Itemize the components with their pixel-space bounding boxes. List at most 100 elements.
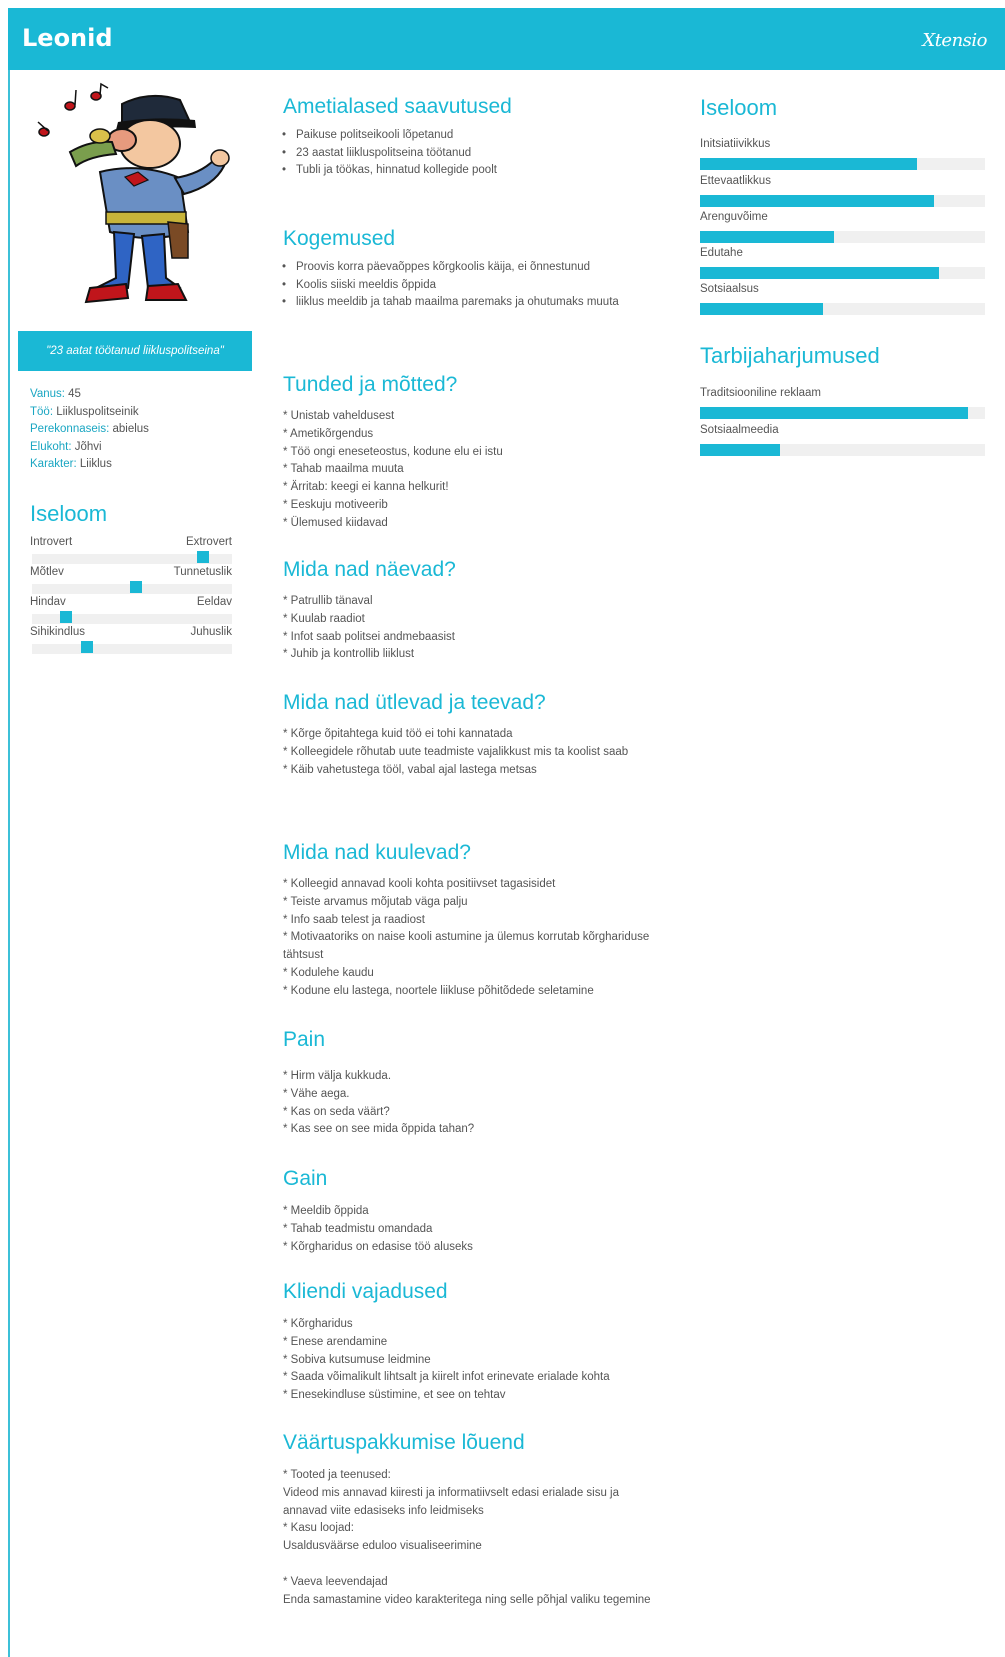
cartoon-policeman-whistling-icon	[37, 82, 230, 304]
trait-fill	[700, 158, 917, 170]
fact-job: Töö: Liikluspolitseinik	[30, 404, 149, 422]
section-title-gain: Gain	[283, 1167, 328, 1190]
text-line: Usaldusväärse eduloo visualiseerimine	[283, 1540, 482, 1553]
consumption-label: Traditsiooniline reklaam	[700, 387, 822, 399]
xtensio-logo[interactable]: Xtensio	[922, 30, 987, 51]
text-line: * Meeldib õppida	[283, 1205, 369, 1217]
text-line: * Kuulab raadiot	[283, 612, 365, 625]
list-item: Proovis korra päevaõppes kõrgkoolis käij…	[280, 259, 655, 277]
text-line: * Kõrgharidus on edasise töö aluseks	[283, 1240, 473, 1253]
trait-fill	[700, 267, 940, 279]
slider-left-label: Sihikindlus	[30, 626, 85, 638]
text-line: * Eeskuju motiveerib	[283, 498, 388, 511]
fact-value: Jõhvi	[71, 440, 102, 453]
fact-label: Vanus:	[30, 388, 65, 400]
slider-left-label: Mõtlev	[30, 566, 64, 578]
list-item: Tubli ja töökas, hinnatud kollegide pool…	[280, 162, 655, 180]
experience-list: Proovis korra päevaõppes kõrgkoolis käij…	[280, 259, 655, 312]
text-line: * Kodune elu lastega, noortele liikluse …	[283, 984, 594, 997]
text-line: * Vähe aega.	[283, 1087, 350, 1100]
list-item: Koolis siiski meeldis õppida	[280, 277, 655, 295]
persona-quote: "23 aatat töötanud liikluspolitseina"	[18, 331, 252, 371]
slider-track[interactable]	[32, 644, 232, 654]
section-title-experience: Kogemused	[283, 227, 396, 250]
fact-label: Perekonnaseis:	[30, 423, 110, 435]
text-line: * Hirm välja kukkuda.	[283, 1070, 392, 1082]
text-line: * Vaeva leevendajad	[283, 1575, 388, 1588]
hear-text: * Kolleegid annavad kooli kohta positiiv…	[283, 876, 658, 1001]
text-line: * Kas on seda väärt?	[283, 1105, 390, 1118]
consumption-track	[700, 407, 985, 419]
trait-track	[700, 195, 985, 207]
list-item: Paikuse politseikooli lõpetanud	[280, 127, 655, 145]
trait-label: Arenguvõime	[700, 211, 768, 223]
text-line: * Ärritab: keegi ei kanna helkurit!	[283, 481, 449, 494]
trait-fill	[700, 231, 834, 243]
text-line: * Patrullib tänaval	[283, 595, 373, 607]
feelings-text: * Unistab vaheldusest * Ametikõrgendus *…	[283, 408, 658, 533]
text-line: * Teiste arvamus mõjutab väga palju	[283, 895, 468, 908]
list-item: 23 aastat liikluspolitseina töötanud	[280, 145, 655, 163]
trait-label: Edutahe	[700, 247, 743, 259]
fact-value: Liikluspolitseinik	[53, 405, 139, 418]
text-line: * Info saab telest ja raadiost	[283, 913, 425, 926]
text-line: * Kõrge õpitahtega kuid töö ei tohi kann…	[283, 728, 513, 740]
consumption-title: Tarbijaharjumused	[700, 343, 880, 368]
trait-fill	[700, 195, 934, 207]
text-line: * Tahab maailma muuta	[283, 463, 404, 476]
fact-age: Vanus: 45	[30, 386, 149, 404]
text-line: * Kasu loojad:	[283, 1522, 354, 1535]
text-line: * Infot saab politsei andmebaasist	[283, 630, 455, 643]
text-line: * Kas see on see mida õppida tahan?	[283, 1123, 475, 1136]
gain-text: * Meeldib õppida * Tahab teadmistu omand…	[283, 1203, 658, 1256]
consumption-fill	[700, 407, 968, 419]
trait-track	[700, 303, 985, 315]
fact-label: Elukoht:	[30, 440, 72, 453]
text-line: * Ülemused kiidavad	[283, 516, 388, 529]
slider-knob[interactable]	[129, 581, 142, 593]
list-item: liiklus meeldib ja tahab maailma paremak…	[280, 294, 655, 312]
text-line	[283, 1556, 658, 1574]
slider-knob[interactable]	[197, 551, 210, 563]
text-line: * Enese arendamine	[283, 1335, 388, 1348]
trait-fill	[700, 303, 823, 315]
section-title-pain: Pain	[283, 1028, 326, 1051]
consumption-track	[700, 444, 985, 456]
section-title-say-do: Mida nad ütlevad ja teevad?	[283, 691, 546, 714]
text-line: * Ametikõrgendus	[283, 427, 374, 440]
fact-residence: Elukoht: Jõhvi	[30, 439, 149, 457]
needs-text: * Kõrgharidus * Enese arendamine * Sobiv…	[283, 1316, 658, 1405]
text-line: * Unistab vaheldusest	[283, 410, 395, 422]
slider-right-label: Tunnetuslik	[173, 566, 232, 578]
text-line: Videod mis annavad kiiresti ja informati…	[283, 1486, 620, 1517]
text-line: * Motivaatoriks on naise kooli astumine …	[283, 931, 650, 962]
trait-label: Initsiatiivikkus	[700, 138, 771, 150]
text-line: * Saada võimalikult lihtsalt ja kiirelt …	[283, 1371, 610, 1384]
trait-track	[700, 267, 985, 279]
slider-knob[interactable]	[80, 641, 93, 653]
text-line: * Sobiva kutsumuse leidmine	[283, 1353, 431, 1366]
text-line: * Kolleegid annavad kooli kohta positiiv…	[283, 878, 556, 890]
text-line: * Kolleegidele rõhutab uute teadmiste va…	[283, 745, 629, 758]
slider-knob[interactable]	[60, 611, 73, 623]
slider-left-label: Hindav	[30, 596, 66, 608]
persona-name: Leonid	[22, 24, 113, 52]
slider-left-label: Introvert	[30, 536, 73, 548]
fact-marital: Perekonnaseis: abielus	[30, 421, 149, 439]
section-title-feelings: Tunded ja mõtted?	[283, 373, 458, 396]
fact-value: abielus	[109, 423, 149, 435]
text-line: * Tahab teadmistu omandada	[283, 1222, 433, 1235]
text-line: * Kodulehe kaudu	[283, 966, 374, 979]
text-line: * Kõrgharidus	[283, 1318, 353, 1330]
value-text: * Tooted ja teenused: Videod mis annavad…	[283, 1467, 658, 1609]
consumption-fill	[700, 444, 780, 456]
text-line: * Juhib ja kontrollib liiklust	[283, 648, 415, 661]
section-title-achievements: Ametialased saavutused	[283, 95, 512, 118]
text-line: * Käib vahetustega tööl, vabal ajal last…	[283, 763, 537, 776]
fact-label: Töö:	[30, 405, 54, 418]
right-personality-title: Iseloom	[700, 95, 778, 120]
achievements-list: Paikuse politseikooli lõpetanud 23 aasta…	[280, 127, 655, 180]
slider-right-label: Eeldav	[196, 596, 232, 608]
text-line: Enda samastamine video karakteritega nin…	[283, 1593, 651, 1606]
trait-track	[700, 158, 985, 170]
